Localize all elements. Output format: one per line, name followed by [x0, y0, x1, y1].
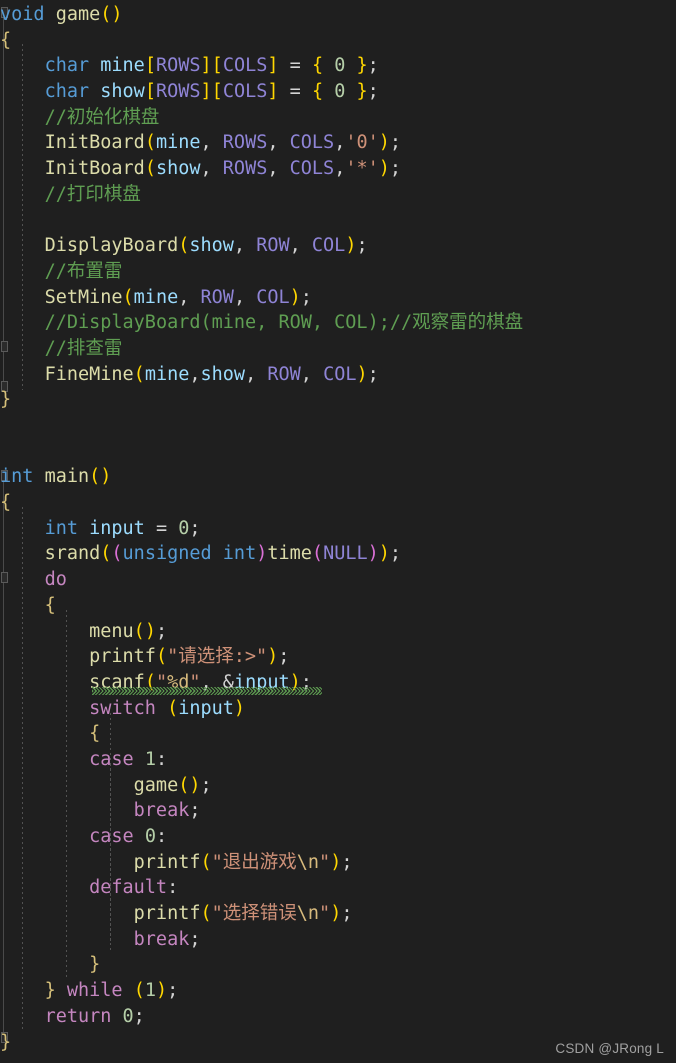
code-line-blank[interactable] [0, 208, 676, 234]
code-line-blank[interactable] [0, 439, 676, 465]
code-line[interactable]: FineMine(mine,show, ROW, COL); [0, 362, 676, 388]
code-line[interactable]: InitBoard(show, ROWS, COLS,'*'); [0, 156, 676, 182]
code-line-comment[interactable]: //打印棋盘 [0, 182, 676, 208]
csdn-watermark: CSDN @JRong L [555, 1041, 664, 1056]
code-line[interactable]: printf("退出游戏\n"); [0, 850, 676, 876]
code-line[interactable]: char show[ROWS][COLS] = { 0 }; [0, 79, 676, 105]
code-line[interactable]: int main() [0, 464, 676, 490]
code-line[interactable]: void game() [0, 2, 676, 28]
code-line[interactable]: { [0, 28, 676, 54]
code-line-comment[interactable]: //布置雷 [0, 259, 676, 285]
code-line[interactable]: do [0, 567, 676, 593]
code-line[interactable]: printf("请选择:>"); [0, 644, 676, 670]
code-line[interactable]: InitBoard(mine, ROWS, COLS,'0'); [0, 130, 676, 156]
code-line[interactable]: int input = 0; [0, 516, 676, 542]
code-line[interactable]: SetMine(mine, ROW, COL); [0, 285, 676, 311]
warning-squiggle [92, 690, 322, 695]
code-line[interactable]: srand((unsigned int)time(NULL)); [0, 541, 676, 567]
code-editor[interactable]: void game() { char mine[ROWS][COLS] = { … [0, 0, 676, 1063]
code-line[interactable]: DisplayBoard(show, ROW, COL); [0, 233, 676, 259]
code-line-comment[interactable]: //初始化棋盘 [0, 105, 676, 131]
code-line[interactable]: case 0: [0, 824, 676, 850]
code-line[interactable]: { [0, 593, 676, 619]
code-line[interactable]: case 1: [0, 747, 676, 773]
code-line-comment[interactable]: //排查雷 [0, 336, 676, 362]
code-content[interactable]: void game() { char mine[ROWS][COLS] = { … [0, 2, 676, 1055]
code-line-warning[interactable]: scanf("%d", &input); [0, 670, 676, 696]
code-line[interactable]: } [0, 387, 676, 413]
code-line[interactable]: printf("选择错误\n"); [0, 901, 676, 927]
code-line[interactable]: break; [0, 927, 676, 953]
code-line[interactable]: return 0; [0, 1004, 676, 1030]
code-line[interactable]: { [0, 721, 676, 747]
code-line[interactable]: menu(); [0, 619, 676, 645]
code-line[interactable]: char mine[ROWS][COLS] = { 0 }; [0, 53, 676, 79]
code-line[interactable]: { [0, 490, 676, 516]
code-line[interactable]: break; [0, 798, 676, 824]
code-line[interactable]: } [0, 952, 676, 978]
code-line[interactable]: default: [0, 875, 676, 901]
code-line[interactable]: } while (1); [0, 978, 676, 1004]
code-line-blank[interactable] [0, 413, 676, 439]
code-line[interactable]: switch (input) [0, 696, 676, 722]
code-line-comment[interactable]: //DisplayBoard(mine, ROW, COL);//观察雷的棋盘 [0, 310, 676, 336]
code-line[interactable]: game(); [0, 773, 676, 799]
